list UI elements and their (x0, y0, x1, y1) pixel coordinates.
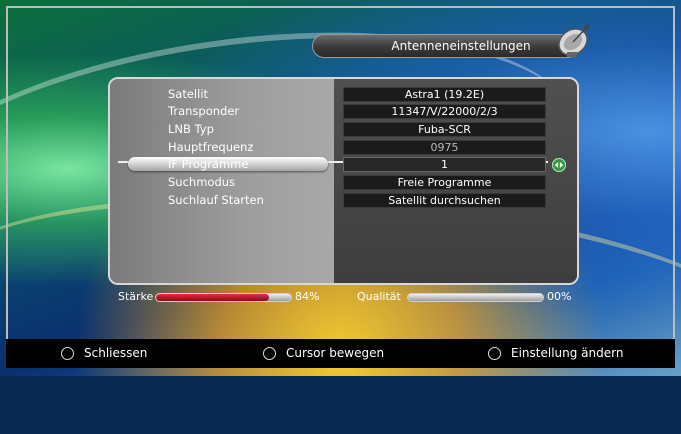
setting-value-suchmodus[interactable]: Freie Programme (343, 175, 546, 190)
setting-label-satellit: Satellit (168, 87, 209, 101)
exit-hint[interactable]: Schliessen (84, 339, 147, 368)
quality-label: Qualität (357, 290, 401, 303)
setting-value-lnb-typ[interactable]: Fuba-SCR (343, 122, 546, 137)
quality-value: 00% (547, 290, 572, 303)
setting-label-hauptfrequenz: Hauptfrequenz (168, 140, 254, 154)
setting-value-transponder[interactable]: 11347/V/22000/2/3 (343, 104, 546, 119)
setting-label-transponder: Transponder (168, 104, 240, 118)
setting-label-if-programme: IF Programme (168, 157, 249, 171)
cursor-hint[interactable]: Cursor bewegen (286, 339, 384, 368)
strength-meter-fill (156, 294, 270, 301)
left-right-arrows-icon[interactable] (552, 158, 566, 172)
change-setting-hint[interactable]: Einstellung ändern (511, 339, 623, 368)
exit-icon (61, 347, 74, 360)
setting-value-if-programme[interactable]: 1 (343, 157, 546, 172)
cursor-pad-icon (263, 347, 276, 360)
strength-meter (155, 293, 292, 302)
button-hint-bar: Schliessen Cursor bewegen Einstellung än… (6, 339, 675, 368)
setting-value-satellit[interactable]: Astra1 (19.2E) (343, 87, 546, 102)
antenna-settings-panel: Satellit Astra1 (19.2E) Transponder 1134… (108, 77, 579, 285)
setting-value-hauptfrequenz[interactable]: 0975 (343, 140, 546, 155)
left-right-arrows-icon (488, 347, 501, 360)
setting-label-lnb-typ: LNB Typ (168, 122, 214, 136)
quality-meter (407, 293, 544, 302)
setting-label-suchmodus: Suchmodus (168, 175, 236, 189)
setting-label-suchlauf-starten: Suchlauf Starten (168, 193, 264, 207)
satellite-dish-icon (558, 24, 590, 57)
strength-value: 84% (295, 290, 320, 303)
strength-label: Stärke (118, 290, 154, 303)
page-title: Antenneneinstellungen (312, 34, 580, 58)
setting-value-suchlauf-starten[interactable]: Satellit durchsuchen (343, 193, 546, 208)
